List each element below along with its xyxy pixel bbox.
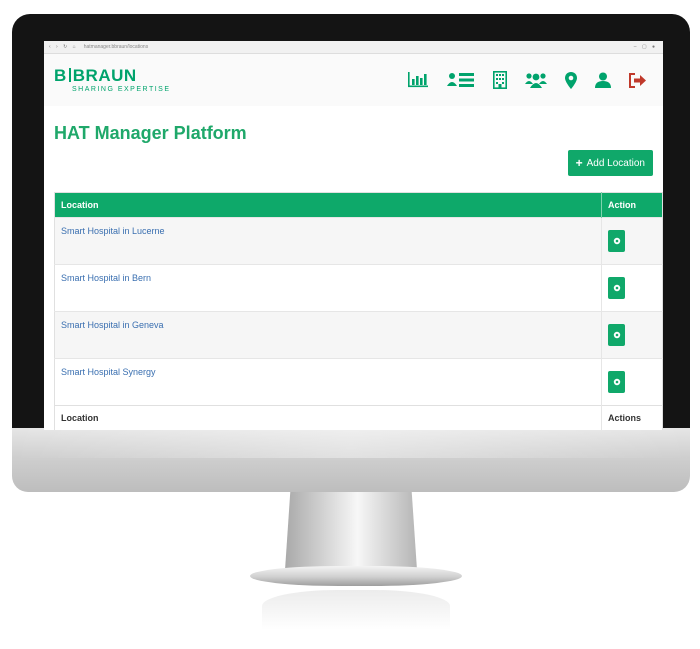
table-row: Smart Hospital Synergy [54, 358, 663, 406]
gear-icon [613, 378, 620, 386]
footer-location-label: Location [54, 405, 602, 430]
add-location-button[interactable]: + Add Location [567, 150, 653, 176]
logo-braun: BRAUN [72, 66, 137, 85]
browser-address-bar[interactable]: hatmanager.bbraun/locations [84, 44, 149, 50]
column-header-action[interactable]: Action [601, 192, 663, 218]
settings-button[interactable] [608, 371, 625, 393]
logo-divider [68, 68, 71, 82]
gear-icon [613, 237, 620, 245]
logo-b: B [54, 66, 67, 85]
location-link[interactable]: Smart Hospital Synergy [61, 367, 156, 377]
column-header-location[interactable]: Location [54, 192, 602, 218]
settings-button[interactable] [608, 230, 625, 252]
sign-out-icon[interactable] [629, 72, 647, 88]
footer-actions-label: Actions [601, 405, 663, 430]
monitor-stand-neck [285, 492, 417, 570]
location-link[interactable]: Smart Hospital in Bern [61, 273, 151, 283]
plus-icon: + [575, 156, 583, 170]
location-cell: Smart Hospital in Bern [54, 264, 602, 312]
bar-chart-icon[interactable] [407, 72, 429, 88]
user-icon[interactable] [595, 72, 611, 88]
table-row: Smart Hospital in Geneva [54, 311, 663, 359]
location-cell: Smart Hospital in Geneva [54, 311, 602, 359]
main-content: HAT Manager Platform + Add Location Loca… [44, 122, 663, 430]
add-location-label: Add Location [586, 157, 645, 169]
action-cell [601, 264, 663, 312]
gear-icon [613, 331, 620, 339]
action-cell [601, 311, 663, 359]
locations-table: Location Action Smart Hospital in Lucern… [54, 192, 663, 430]
table-row: Smart Hospital in Lucerne [54, 217, 663, 265]
top-nav [407, 71, 647, 89]
settings-button[interactable] [608, 324, 625, 346]
table-footer-row: Location Actions [54, 405, 663, 430]
bbraun-logo[interactable]: B BRAUN SHARING EXPERTISE [54, 67, 171, 93]
monitor-base-reflection [262, 590, 450, 630]
monitor-chin-shine [12, 428, 690, 458]
location-cell: Smart Hospital in Lucerne [54, 217, 602, 265]
building-icon[interactable] [493, 71, 507, 89]
browser-nav-buttons[interactable]: ‹ › ↻ ⌂ [49, 44, 78, 50]
logo-tagline: SHARING EXPERTISE [72, 86, 171, 93]
page-title: HAT Manager Platform [54, 123, 247, 143]
toolbar: + Add Location [54, 150, 653, 176]
map-marker-icon[interactable] [565, 71, 577, 89]
logo-wordmark: B BRAUN [54, 67, 171, 84]
action-cell [601, 217, 663, 265]
location-cell: Smart Hospital Synergy [54, 358, 602, 406]
monitor-stand-base [250, 566, 462, 586]
app-header: B BRAUN SHARING EXPERTISE [44, 54, 663, 106]
id-card-list-icon[interactable] [447, 72, 475, 88]
browser-bar: ‹ › ↻ ⌂ hatmanager.bbraun/locations – ▢ … [44, 41, 663, 54]
location-link[interactable]: Smart Hospital in Geneva [61, 320, 164, 330]
monitor-screen: ‹ › ↻ ⌂ hatmanager.bbraun/locations – ▢ … [44, 41, 663, 430]
settings-button[interactable] [608, 277, 625, 299]
table-row: Smart Hospital in Bern [54, 264, 663, 312]
browser-window-controls[interactable]: – ▢ ● [634, 44, 657, 50]
table-header-row: Location Action [54, 192, 663, 218]
action-cell [601, 358, 663, 406]
location-link[interactable]: Smart Hospital in Lucerne [61, 226, 165, 236]
users-icon[interactable] [525, 72, 547, 88]
gear-icon [613, 284, 620, 292]
